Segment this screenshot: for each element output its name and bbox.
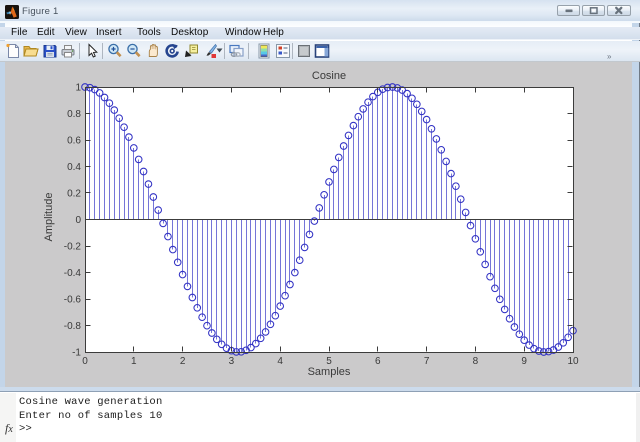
svg-text:1: 1 xyxy=(131,356,137,367)
svg-text:Samples: Samples xyxy=(308,366,351,378)
svg-text:2: 2 xyxy=(180,356,186,367)
svg-text:Cosine: Cosine xyxy=(312,70,346,82)
svg-text:0: 0 xyxy=(82,356,88,367)
svg-text:0.2: 0.2 xyxy=(67,189,81,200)
svg-text:4: 4 xyxy=(277,356,283,367)
svg-text:Amplitude: Amplitude xyxy=(43,193,55,242)
svg-text:6: 6 xyxy=(375,356,381,367)
svg-text:-0.2: -0.2 xyxy=(64,242,82,253)
svg-text:8: 8 xyxy=(473,356,479,367)
svg-text:-1: -1 xyxy=(72,348,81,359)
svg-text:7: 7 xyxy=(424,356,430,367)
svg-text:0.6: 0.6 xyxy=(67,136,81,147)
svg-text:-0.4: -0.4 xyxy=(64,268,82,279)
svg-text:-0.6: -0.6 xyxy=(64,295,82,306)
svg-text:0.4: 0.4 xyxy=(67,162,81,173)
svg-text:9: 9 xyxy=(521,356,527,367)
svg-text:0: 0 xyxy=(75,215,81,226)
svg-text:-0.8: -0.8 xyxy=(64,321,82,332)
svg-text:1: 1 xyxy=(75,83,81,94)
svg-text:10: 10 xyxy=(567,356,579,367)
svg-text:0.8: 0.8 xyxy=(67,109,81,120)
svg-text:3: 3 xyxy=(229,356,235,367)
